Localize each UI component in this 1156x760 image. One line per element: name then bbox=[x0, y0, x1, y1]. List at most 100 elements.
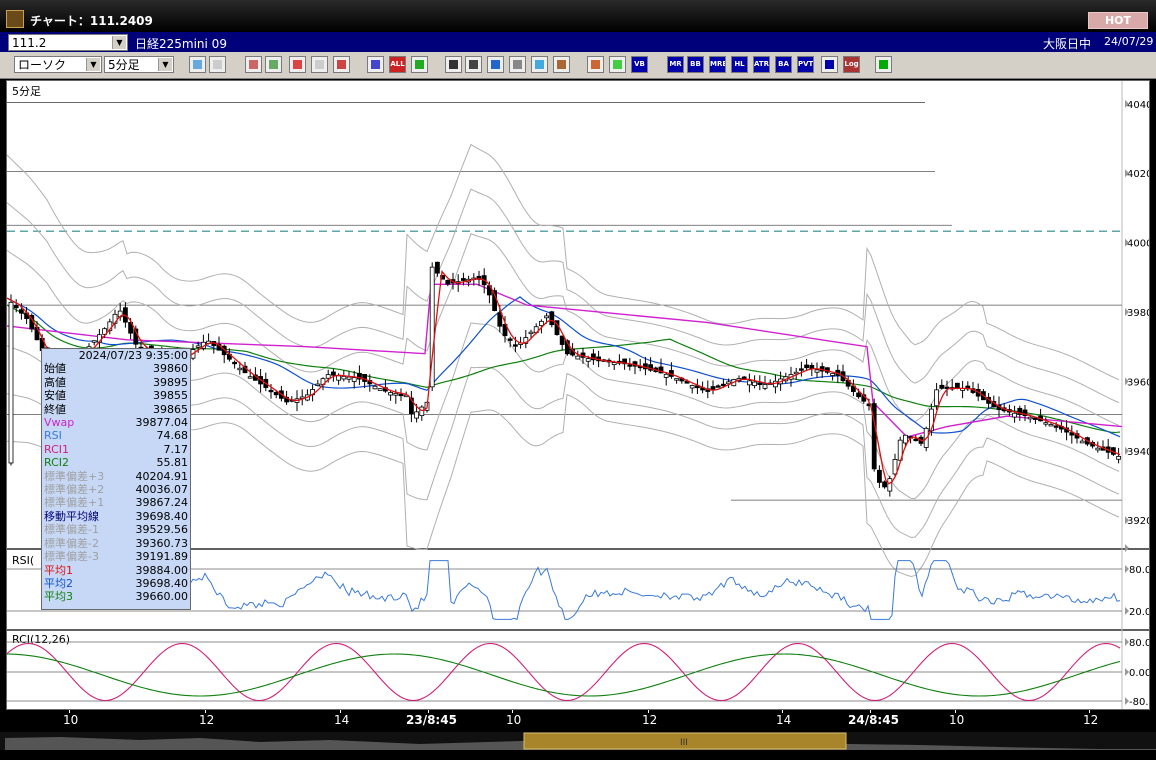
timeframe-value: 5分足 bbox=[108, 58, 140, 72]
data-window-value: 39855 bbox=[153, 389, 188, 403]
x-tick-mark bbox=[955, 710, 956, 713]
candlestick bbox=[585, 358, 591, 362]
data-window-label: 安値 bbox=[44, 389, 66, 403]
data-window-value: 39884.00 bbox=[135, 563, 189, 577]
candle1-icon[interactable] bbox=[333, 56, 350, 73]
data-window-row: 移動平均線 39698.40 bbox=[42, 510, 190, 523]
x-tick-mark bbox=[648, 710, 649, 713]
chart-type-select[interactable]: ローソク ▼ bbox=[14, 56, 102, 73]
data-window-label: 移動平均線 bbox=[44, 509, 99, 523]
mre-icon[interactable]: MRE bbox=[709, 56, 726, 73]
grip-icon[interactable]: III bbox=[680, 738, 688, 748]
data-window-value: 39529.56 bbox=[135, 523, 189, 537]
candlestick bbox=[1053, 425, 1059, 428]
candlestick bbox=[247, 376, 253, 379]
rsi-tick-label: 80.00 bbox=[1129, 565, 1149, 576]
candlestick bbox=[1116, 456, 1121, 460]
select-icon[interactable] bbox=[465, 56, 482, 73]
tool-bar: ローソク ▼ 5分足 ▼ bbox=[0, 52, 1156, 79]
price-tick-label: 40400 bbox=[1127, 100, 1149, 111]
candlestick bbox=[91, 340, 97, 343]
divide-icon[interactable] bbox=[289, 56, 306, 73]
candlestick bbox=[830, 373, 835, 376]
rci-tick-label: 0.00 bbox=[1129, 668, 1149, 679]
price-tick-label: 39400 bbox=[1127, 447, 1149, 458]
candlestick bbox=[663, 373, 669, 378]
exchange-label: 大阪日中 bbox=[1043, 37, 1092, 51]
data-window-label: RSI bbox=[44, 429, 62, 443]
mr-icon[interactable]: MR bbox=[667, 56, 684, 73]
x-tick-label: 12 bbox=[1083, 713, 1099, 727]
price-tick-marker bbox=[1125, 544, 1129, 552]
candlestick bbox=[325, 374, 331, 379]
candlestick bbox=[804, 364, 809, 369]
delete-icon[interactable] bbox=[311, 56, 328, 73]
candlestick bbox=[544, 315, 549, 319]
data-window-row: 標準偏差+3 40204.91 bbox=[42, 470, 190, 483]
data-window-label: 標準偏差-3 bbox=[44, 550, 99, 564]
chevron-down-icon[interactable]: ▼ bbox=[112, 36, 126, 49]
note-icon[interactable] bbox=[509, 56, 526, 73]
x-tick-label: 24/8:45 bbox=[848, 713, 899, 727]
rsi-line bbox=[186, 560, 1121, 621]
rci-tick-label: 80.00 bbox=[1129, 638, 1149, 649]
cursor-icon[interactable] bbox=[209, 56, 226, 73]
time-scrollbar[interactable]: III bbox=[0, 732, 1156, 750]
chart-app-icon bbox=[6, 10, 24, 28]
palette-icon[interactable] bbox=[609, 56, 626, 73]
candlestick bbox=[1095, 447, 1101, 451]
candlestick bbox=[460, 278, 466, 281]
data-window-label: RCI2 bbox=[44, 456, 70, 470]
candle2-icon[interactable] bbox=[367, 56, 384, 73]
data-window-row: 平均3 39660.00 bbox=[42, 590, 190, 603]
candlestick bbox=[8, 301, 14, 464]
line-draw-icon[interactable] bbox=[245, 56, 262, 73]
log-icon[interactable]: Log bbox=[843, 56, 860, 73]
data-window-row: Vwap 39877.04 bbox=[42, 416, 190, 429]
candlestick bbox=[315, 383, 321, 386]
atr-icon[interactable]: ATR bbox=[753, 56, 770, 73]
chevron-down-icon[interactable]: ▼ bbox=[86, 58, 100, 71]
tools-icon[interactable] bbox=[553, 56, 570, 73]
exit-icon[interactable] bbox=[875, 56, 892, 73]
data-window-row: 高値 39895 bbox=[42, 376, 190, 389]
candlestick bbox=[195, 345, 201, 348]
data-window-value: 39698.40 bbox=[135, 509, 189, 523]
wrench-icon[interactable] bbox=[587, 56, 604, 73]
x-axis: 10 12 14 23/8:45 10 12 14 24/8:45 10 12 bbox=[0, 710, 1156, 732]
chevron-down-icon[interactable]: ▼ bbox=[158, 58, 172, 71]
data-window-label: 平均3 bbox=[44, 590, 73, 604]
candlestick bbox=[762, 384, 768, 389]
candlestick bbox=[934, 389, 939, 407]
x-tick-label: 10 bbox=[63, 713, 79, 727]
candlestick bbox=[913, 438, 919, 442]
symbol-name: 日経225mini 09 bbox=[135, 37, 227, 51]
hot-button[interactable]: HOT bbox=[1088, 12, 1148, 29]
candlestick bbox=[955, 382, 960, 389]
ba-icon[interactable]: BA bbox=[775, 56, 792, 73]
chart-type-value: ローソク bbox=[18, 58, 67, 72]
candlestick bbox=[1079, 440, 1085, 444]
data-window-label: 標準偏差-2 bbox=[44, 536, 99, 550]
all-icon[interactable]: ALL bbox=[389, 56, 406, 73]
clip-icon[interactable] bbox=[531, 56, 548, 73]
bb-icon[interactable]: BB bbox=[687, 56, 704, 73]
scrollbar-track[interactable]: III bbox=[0, 732, 1156, 750]
data-window-value: 7.17 bbox=[163, 442, 189, 456]
data-window-label: 標準偏差+3 bbox=[44, 469, 105, 483]
pen-icon[interactable] bbox=[411, 56, 428, 73]
hl-icon[interactable]: HL bbox=[731, 56, 748, 73]
vb-icon[interactable]: VB bbox=[631, 56, 648, 73]
x-tick-label: 14 bbox=[334, 713, 350, 727]
candlestick bbox=[1033, 417, 1038, 420]
symbol-code-select[interactable]: 111.2 ▼ bbox=[8, 34, 128, 51]
data-window-row: RSI 74.68 bbox=[42, 429, 190, 442]
box-icon[interactable] bbox=[821, 56, 838, 73]
arrow-icon[interactable] bbox=[487, 56, 504, 73]
zoom-icon[interactable] bbox=[189, 56, 206, 73]
data-window-row: 標準偏差+1 39867.24 bbox=[42, 496, 190, 509]
timeframe-select[interactable]: 5分足 ▼ bbox=[104, 56, 174, 73]
pvt-icon[interactable]: PVT bbox=[797, 56, 814, 73]
range-icon[interactable] bbox=[265, 56, 282, 73]
trend-icon[interactable] bbox=[445, 56, 462, 73]
